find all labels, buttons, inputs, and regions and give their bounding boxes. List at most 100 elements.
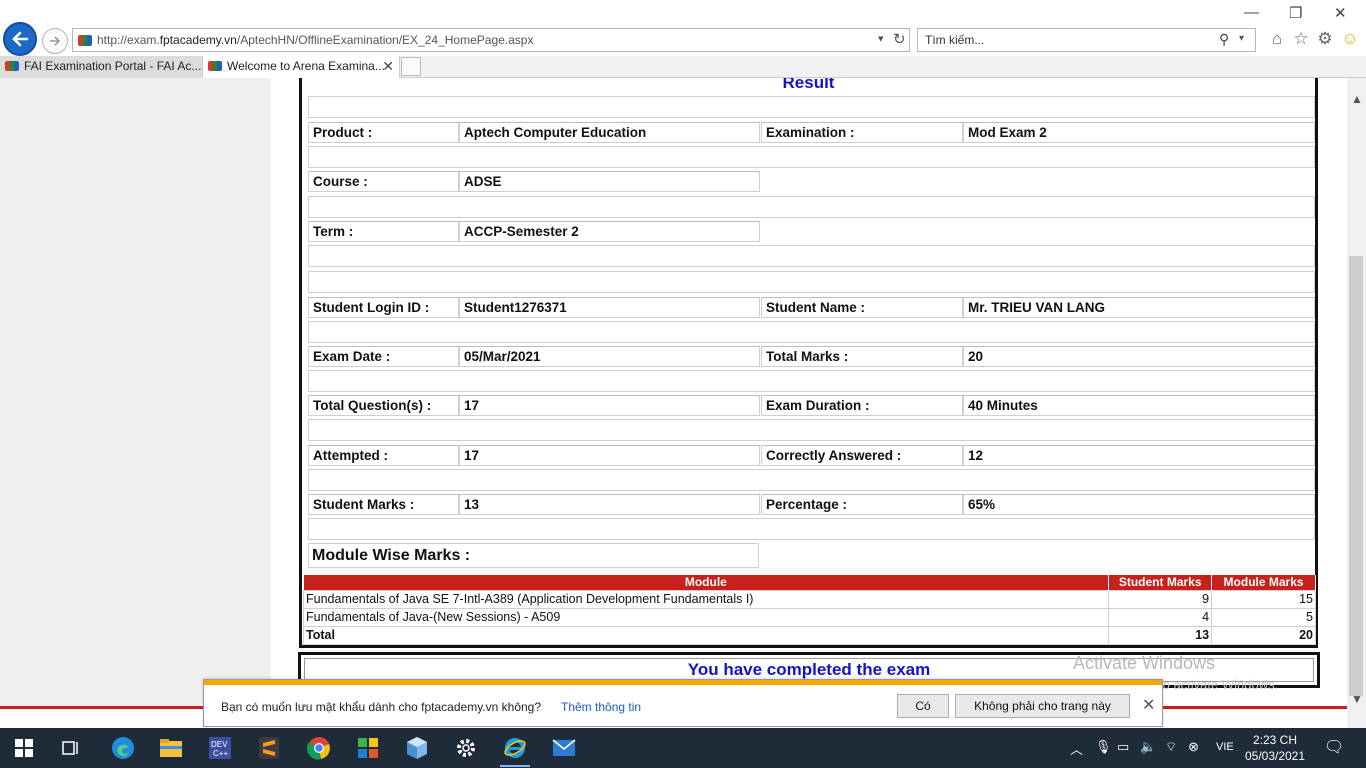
back-arrow-icon: [12, 31, 29, 47]
home-icon[interactable]: ⌂: [1266, 28, 1288, 50]
total-marks-label: Total Marks :: [761, 346, 963, 367]
tab-arena-examination[interactable]: Welcome to Arena Examina... ✕: [202, 56, 400, 78]
total-questions-value: 17: [459, 395, 760, 416]
back-button[interactable]: [3, 22, 37, 56]
microphone-icon[interactable]: 🎙: [1095, 739, 1112, 755]
chrome-icon[interactable]: [306, 735, 332, 761]
tab-favicon-icon: [208, 61, 222, 71]
svg-text:DEV: DEV: [211, 740, 228, 749]
search-box[interactable]: Tìm kiếm... ⚲ ▾: [917, 28, 1256, 52]
clock-date: 05/03/2021: [1244, 749, 1306, 763]
search-icon[interactable]: ⚲: [1219, 31, 1229, 48]
minimize-icon[interactable]: —: [1244, 4, 1259, 21]
forward-arrow-icon: [50, 36, 61, 46]
module-name-cell: Fundamentals of Java SE 7-Intl-A389 (App…: [302, 589, 1110, 609]
not-for-this-site-button[interactable]: Không phải cho trang này: [955, 694, 1130, 718]
student-name-value: Mr. TRIEU VAN LANG: [963, 297, 1315, 318]
url-text: http://exam.fptacademy.vn/AptechHN/Offli…: [97, 33, 534, 47]
total-module-marks-cell: 20: [1211, 625, 1316, 645]
product-value: Aptech Computer Education: [459, 122, 760, 143]
term-label: Term :: [308, 221, 459, 242]
network-icon[interactable]: ⌔: [1165, 739, 1177, 755]
svg-text:C++: C++: [213, 749, 228, 758]
notification-accent: [204, 680, 1162, 685]
volume-icon[interactable]: 🔈: [1140, 739, 1156, 755]
col-header-module-marks: Module Marks: [1211, 575, 1316, 590]
forward-button[interactable]: [42, 28, 68, 54]
result-title: Result: [782, 78, 835, 92]
product-label: Product :: [308, 122, 459, 143]
term-value: ACCP-Semester 2: [459, 221, 760, 242]
scroll-thumb[interactable]: [1349, 256, 1363, 696]
system-clock[interactable]: 2:23 CH 05/03/2021: [1240, 732, 1310, 764]
student-marks-cell: 9: [1108, 589, 1213, 609]
table-row: Fundamentals of Java SE 7-Intl-A389 (App…: [302, 589, 1316, 609]
student-marks-value: 13: [459, 494, 760, 515]
close-tab-icon[interactable]: ✕: [382, 56, 394, 77]
login-label: Student Login ID :: [308, 297, 459, 318]
tab-bar: FAI Examination Portal - FAI Ac... Welco…: [0, 56, 1366, 78]
table-total-row: Total 13 20: [302, 625, 1316, 645]
settings-gear-taskbar-icon[interactable]: [453, 735, 479, 761]
spacer-row: [308, 271, 1315, 293]
percentage-value: 65%: [963, 494, 1315, 515]
internet-explorer-icon[interactable]: [502, 735, 528, 761]
input-language[interactable]: VIE: [1216, 741, 1234, 753]
examination-value: Mod Exam 2: [963, 122, 1315, 143]
col-header-student-marks: Student Marks: [1108, 575, 1213, 590]
app-cubes-icon[interactable]: [355, 735, 381, 761]
course-value: ADSE: [459, 171, 760, 192]
address-dropdown-icon[interactable]: ▾: [878, 32, 884, 45]
action-center-icon[interactable]: 🗨: [1324, 737, 1344, 757]
show-hidden-icons-icon[interactable]: ︿: [1070, 739, 1083, 758]
course-label: Course :: [308, 171, 459, 192]
start-windows-icon[interactable]: [11, 735, 37, 761]
battery-icon[interactable]: ▭: [1117, 739, 1129, 755]
task-view-icon[interactable]: [58, 735, 84, 761]
file-explorer-icon[interactable]: [158, 735, 184, 761]
col-header-module: Module: [303, 575, 1110, 590]
activate-windows-watermark: Activate Windows: [1073, 653, 1216, 673]
module-marks-cell: 5: [1211, 607, 1316, 627]
network-error-icon[interactable]: ⊗: [1188, 739, 1199, 755]
percentage-label: Percentage :: [761, 494, 963, 515]
close-window-icon[interactable]: ✕: [1334, 4, 1347, 22]
scroll-down-icon[interactable]: ▼: [1351, 692, 1363, 706]
sublime-text-icon[interactable]: [256, 735, 282, 761]
windows-taskbar: DEV C++ ︿ 🎙 ▭ 🔈 ⌔ ⊗ VIE 2:23 CH 05/03/202…: [0, 728, 1366, 768]
edge-icon[interactable]: [110, 735, 136, 761]
search-dropdown-icon[interactable]: ▾: [1239, 33, 1244, 44]
total-marks-value: 20: [963, 346, 1315, 367]
spacer-row: [308, 321, 1315, 343]
tab-favicon-icon: [5, 61, 19, 71]
student-name-label: Student Name :: [761, 297, 963, 318]
new-tab-button[interactable]: [401, 57, 421, 76]
site-favicon-icon: [78, 35, 92, 46]
tab-fai-portal[interactable]: FAI Examination Portal - FAI Ac...: [0, 56, 202, 78]
more-info-link[interactable]: Thêm thông tin: [561, 700, 641, 714]
spacer-row: [308, 518, 1315, 540]
exam-date-value: 05/Mar/2021: [459, 346, 760, 367]
settings-gear-icon[interactable]: ⚙: [1314, 28, 1336, 50]
address-bar[interactable]: http://exam.fptacademy.vn/AptechHN/Offli…: [72, 28, 910, 52]
scroll-up-icon[interactable]: ▲: [1351, 92, 1363, 106]
restore-icon[interactable]: ❐: [1289, 4, 1302, 22]
3d-box-icon[interactable]: [404, 735, 430, 761]
mail-icon[interactable]: [551, 735, 577, 761]
notification-message: Bạn có muốn lưu mật khẩu dành cho fptaca…: [221, 700, 542, 714]
clock-time: 2:23 CH: [1252, 733, 1298, 747]
total-questions-label: Total Question(s) :: [308, 395, 459, 416]
devcpp-icon[interactable]: DEV C++: [207, 735, 233, 761]
total-label-cell: Total: [302, 625, 1110, 645]
save-password-yes-button[interactable]: Có: [897, 694, 949, 718]
spacer-row: [308, 96, 1315, 118]
favorites-star-icon[interactable]: ☆: [1290, 28, 1312, 50]
student-marks-cell: 4: [1108, 607, 1213, 627]
feedback-smiley-icon[interactable]: ☺: [1339, 28, 1361, 50]
save-password-notification: Bạn có muốn lưu mật khẩu dành cho fptaca…: [203, 679, 1163, 727]
exam-duration-label: Exam Duration :: [761, 395, 963, 416]
close-notification-icon[interactable]: ✕: [1142, 695, 1155, 715]
refresh-icon[interactable]: ↻: [893, 30, 906, 48]
vertical-scrollbar[interactable]: ▲ ▼: [1347, 78, 1366, 728]
active-app-indicator: [500, 765, 530, 767]
